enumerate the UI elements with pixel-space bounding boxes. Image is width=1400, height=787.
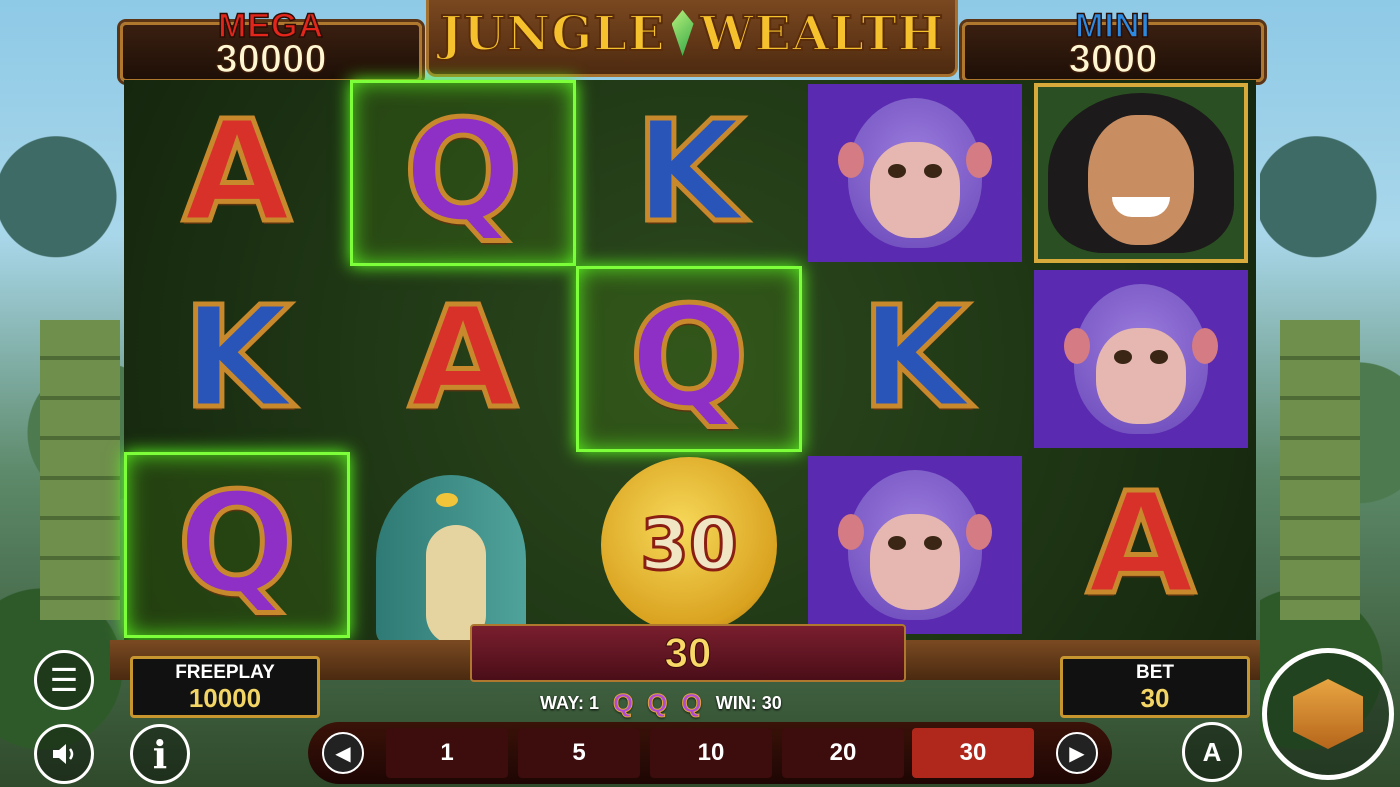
freeplay-label: FREEPLAY	[175, 662, 275, 683]
way-win-line: WAY: 1 Q Q Q WIN: 30	[540, 687, 860, 718]
info-button[interactable]: i	[130, 724, 190, 784]
reel-cell	[1028, 80, 1254, 266]
reel-cell: K	[802, 266, 1028, 452]
symbol-a: A	[1084, 463, 1197, 626]
reel-cell: K	[576, 80, 802, 266]
reel-cell: A	[124, 80, 350, 266]
spin-icon	[1293, 679, 1363, 749]
symbol-q: Q	[401, 91, 525, 254]
symbol-monkey	[1034, 270, 1248, 448]
mega-jackpot-value: 30000	[215, 36, 328, 82]
spin-button[interactable]	[1262, 648, 1394, 780]
bet-option[interactable]: 5	[518, 728, 640, 778]
symbol-a: A	[180, 91, 293, 254]
way-symbol: Q	[613, 687, 634, 718]
info-icon: i	[152, 731, 168, 777]
autoplay-icon: A	[1202, 736, 1222, 767]
menu-button[interactable]: ☰	[34, 650, 94, 710]
way-symbol: Q	[681, 687, 702, 718]
logo-word-1: JUNGLE	[439, 5, 666, 63]
autoplay-button[interactable]: A	[1182, 722, 1242, 782]
bet-value: 30	[1140, 683, 1170, 713]
bet-display: BET 30	[1060, 656, 1250, 718]
bet-decrease-button[interactable]: ◀	[322, 732, 364, 774]
reel-cell: 30	[576, 452, 802, 638]
symbol-q: Q	[627, 277, 751, 440]
bet-selector: ◀ 1 5 10 20 30 ▶	[308, 722, 1112, 784]
bet-option[interactable]: 20	[782, 728, 904, 778]
symbol-coin: 30	[601, 457, 777, 633]
bet-option[interactable]: 10	[650, 728, 772, 778]
game-logo-plank: JUNGLE WEALTH	[426, 0, 958, 77]
game-logo: JUNGLE WEALTH	[429, 5, 955, 63]
mega-jackpot: MEGA 30000	[120, 6, 422, 82]
symbol-q: Q	[175, 463, 299, 626]
reel-cell: K	[124, 266, 350, 452]
way-symbol: Q	[647, 687, 668, 718]
symbol-k: K	[180, 277, 293, 440]
bet-increase-button[interactable]: ▶	[1056, 732, 1098, 774]
mini-jackpot-value: 3000	[1068, 36, 1158, 82]
gem-icon	[671, 10, 694, 56]
symbol-k: K	[632, 91, 745, 254]
reel-cell	[802, 80, 1028, 266]
freeplay-value: 10000	[188, 683, 262, 713]
symbol-k: K	[858, 277, 971, 440]
symbol-monkey	[808, 84, 1022, 262]
reel-cell: Q	[124, 452, 350, 638]
temple-stairs-left	[40, 320, 120, 620]
temple-stairs-right	[1280, 320, 1360, 620]
way-text: WAY: 1	[540, 692, 600, 713]
symbol-a: A	[406, 277, 519, 440]
reel-cell: A	[350, 266, 576, 452]
menu-icon: ☰	[49, 662, 79, 698]
chevron-right-icon: ▶	[1069, 742, 1085, 765]
reel-cell: Q	[576, 266, 802, 452]
bet-option-selected[interactable]: 30	[912, 728, 1034, 778]
reel-cell	[802, 452, 1028, 638]
reel-grid: A K Q Q A K Q 30 K A	[124, 80, 1256, 645]
bet-option[interactable]: 1	[386, 728, 508, 778]
reel-cell: Q	[350, 80, 576, 266]
win-text: WIN: 30	[715, 692, 782, 713]
speaker-icon	[53, 744, 74, 764]
reel-cell	[1028, 266, 1254, 452]
freeplay-balance: FREEPLAY 10000	[130, 656, 320, 718]
reel-cell: A	[1028, 452, 1254, 638]
win-amount-display: 30	[470, 624, 906, 682]
sound-button[interactable]	[34, 724, 94, 784]
symbol-monkey	[808, 456, 1022, 634]
reel-cell	[350, 452, 576, 645]
chevron-left-icon: ◀	[335, 742, 351, 765]
logo-word-2: WEALTH	[699, 5, 945, 63]
symbol-hero	[1034, 83, 1248, 263]
mini-jackpot: MINI 3000	[962, 6, 1264, 82]
symbol-snake	[356, 455, 570, 645]
bet-label: BET	[1136, 662, 1174, 683]
